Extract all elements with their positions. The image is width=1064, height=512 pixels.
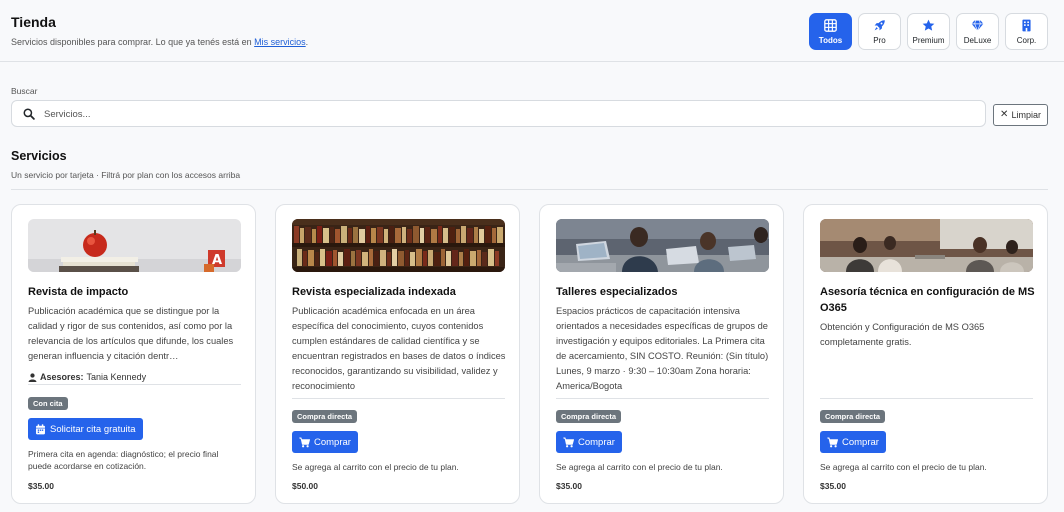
- button-label: Comprar: [842, 436, 879, 448]
- cart-icon: [827, 437, 838, 447]
- card-image-office-team: [820, 219, 1033, 272]
- buy-button[interactable]: Comprar: [820, 431, 886, 453]
- buy-button[interactable]: Comprar: [556, 431, 622, 453]
- card-description: Obtención y Configuración de MS O365 com…: [820, 322, 985, 347]
- card-description: Publicación académica que se distingue p…: [28, 306, 234, 361]
- page-subtitle: Servicios disponibles para comprar. Lo q…: [11, 37, 308, 47]
- request-appointment-button[interactable]: Solicitar cita gratuita: [28, 418, 143, 440]
- subtitle-text: Servicios disponibles para comprar. Lo q…: [11, 37, 255, 47]
- section-title: Servicios: [11, 149, 67, 163]
- close-icon: ✕: [1000, 109, 1009, 120]
- button-label: Comprar: [578, 436, 615, 448]
- clear-button[interactable]: ✕ Limpiar: [993, 104, 1048, 126]
- buy-button[interactable]: Comprar: [292, 431, 358, 453]
- cart-icon: [299, 437, 310, 447]
- status-badge: Compra directa: [556, 410, 622, 423]
- service-card: Asesoría técnica en configuración de MS …: [803, 204, 1048, 504]
- search-input[interactable]: [44, 105, 944, 123]
- card-price: $35.00: [28, 481, 54, 491]
- card-price: $35.00: [820, 481, 846, 491]
- status-badge: Compra directa: [292, 410, 358, 423]
- card-title: Revista especializada indexada: [292, 286, 456, 298]
- clear-label: Limpiar: [1011, 110, 1041, 120]
- card-image-apple-books: A: [28, 219, 241, 272]
- card-title: Asesoría técnica en configuración de MS …: [820, 286, 1035, 314]
- card-description: Publicación académica enfocada en un áre…: [292, 306, 506, 391]
- card-image-workshop: [556, 219, 769, 272]
- status-badge: Compra directa: [820, 410, 886, 423]
- grid-icon: [824, 18, 837, 32]
- plan-button-premium[interactable]: Premium: [907, 13, 950, 50]
- status-badge: Con cita: [28, 397, 68, 410]
- calendar-icon: [36, 423, 45, 434]
- card-divider: [28, 384, 241, 385]
- card-note: Se agrega al carrito con el precio de tu…: [556, 462, 723, 472]
- plan-button-todos[interactable]: Todos: [809, 13, 852, 50]
- plan-button-deluxe[interactable]: DeLuxe: [956, 13, 999, 50]
- my-services-link[interactable]: Mis servicios: [254, 37, 306, 47]
- service-card: Talleres especializados Espacios práctic…: [539, 204, 784, 504]
- plan-filter: Todos Pro Premium DeLuxe Corp.: [809, 13, 1048, 50]
- card-note: Primera cita en agenda: diagnóstico; el …: [28, 449, 219, 471]
- service-card: A Revista de impacto Publicación académi…: [11, 204, 256, 504]
- search-label: Buscar: [11, 86, 38, 96]
- card-divider: [556, 398, 769, 399]
- subtitle-end: .: [305, 37, 309, 47]
- plan-label: Todos: [818, 35, 843, 45]
- card-note: Se agrega al carrito con el precio de tu…: [292, 462, 459, 472]
- search-icon: [23, 108, 35, 120]
- service-card: Revista especializada indexada Publicaci…: [275, 204, 520, 504]
- plan-button-corp[interactable]: Corp.: [1005, 13, 1048, 50]
- divider: [11, 189, 1048, 190]
- card-title: Talleres especializados: [556, 286, 678, 298]
- section-subtitle: Un servicio por tarjeta · Filtrá por pla…: [11, 170, 241, 180]
- card-note: Se agrega al carrito con el precio de tu…: [820, 462, 987, 472]
- page-header: Tienda Servicios disponibles para compra…: [0, 0, 1064, 62]
- diamond-icon: [971, 20, 984, 32]
- plan-label: Premium: [912, 35, 945, 45]
- rocket-icon: [874, 19, 885, 30]
- star-icon: [922, 19, 935, 31]
- card-title: Revista de impacto: [28, 286, 129, 298]
- button-label: Comprar: [314, 436, 351, 448]
- button-label: Solicitar cita gratuita: [50, 423, 136, 435]
- search-box: [11, 100, 986, 127]
- cart-icon: [563, 437, 574, 447]
- plan-label: Pro: [873, 35, 886, 45]
- advisor-label: Asesores:: [40, 372, 84, 382]
- plan-button-pro[interactable]: Pro: [858, 13, 901, 50]
- plan-label: DeLuxe: [963, 35, 992, 45]
- card-divider: [820, 398, 1033, 399]
- card-divider: [292, 398, 505, 399]
- advisor-name: Tania Kennedy: [86, 372, 147, 382]
- user-icon: [28, 372, 37, 382]
- card-description: Espacios prácticos de capacitación inten…: [556, 306, 769, 391]
- building-icon: [1022, 19, 1031, 31]
- plan-label: Corp.: [1016, 35, 1037, 45]
- card-advisor: Asesores: Tania Kennedy: [28, 372, 146, 382]
- card-price: $35.00: [556, 481, 582, 491]
- card-image-bookshelf: [292, 219, 505, 272]
- card-price: $50.00: [292, 481, 318, 491]
- page-title: Tienda: [11, 14, 56, 30]
